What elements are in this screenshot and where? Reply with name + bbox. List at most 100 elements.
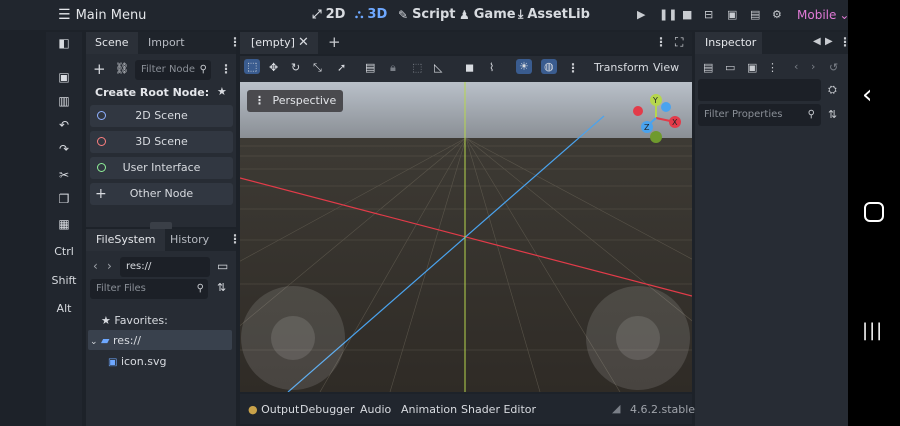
move-mode-icon[interactable]: ✥ [269,61,278,74]
paste-icon[interactable]: ▦ [46,217,82,231]
gizmo-neg-x-handle[interactable] [633,106,643,116]
tab-3d[interactable]: ⛬ 3D [355,7,387,22]
toggle-dock-icon[interactable]: ◧ [46,36,82,50]
tab-game[interactable]: ♟ Game [459,7,516,22]
new-resource-icon[interactable]: ▤ [703,61,713,74]
tab-inspector[interactable]: Inspector [695,32,762,54]
select-mode-icon[interactable]: ⬚ [244,59,261,74]
transform-menu[interactable]: Transform [594,61,649,74]
tab-shader-editor[interactable]: Shader Editor [461,403,536,416]
3d-viewport[interactable]: Y X Z ⋮ Perspective [240,82,692,392]
close-icon[interactable]: ✕ [298,32,309,54]
next-dock-icon[interactable]: ▶ [825,36,833,47]
right-joystick-knob[interactable] [616,316,660,360]
play-icon[interactable]: ▶ [637,8,645,21]
tab-assetlib[interactable]: ⤓ AssetLib [518,7,590,22]
tab-filesystem[interactable]: FileSystem [86,229,166,251]
favorites-item[interactable]: ★ Favorites: [101,314,168,327]
redo-icon[interactable]: ↷ [46,142,82,156]
prev-dock-icon[interactable]: ◀ [813,36,821,47]
filter-node-input[interactable]: Filter Node ⚲ [135,60,211,80]
main-menu-button[interactable]: ☰ Main Menu [58,7,146,23]
kebab-menu-icon[interactable]: ⋮ [655,35,667,49]
play-scene-icon[interactable]: ▣ [727,8,737,21]
copy-icon[interactable]: ❐ [46,192,82,206]
res-folder-item[interactable]: ⌄ ▰ res:// [90,334,141,347]
undo-icon[interactable]: ↶ [46,118,82,132]
tab-animation[interactable]: Animation [401,403,457,416]
environment-preview-icon[interactable]: ◍ [541,59,557,74]
scale-mode-icon[interactable]: ⤡ [313,61,322,75]
tab-2d[interactable]: ⤢ 2D [312,7,345,22]
back-icon[interactable]: ‹ [93,259,98,273]
tab-script[interactable]: ✎ Script [398,7,456,22]
add-scene-icon[interactable]: + [328,33,341,51]
gizmo-neg-z-handle[interactable] [661,102,671,112]
scene-tabs-bar: [empty] ✕ + ⋮ ⛶ [240,32,692,54]
filter-files-input[interactable]: Filter Files ⚲ [90,279,208,299]
tab-import[interactable]: Import [139,32,194,54]
toggle-split-icon[interactable]: ▭ [217,259,228,273]
star-icon[interactable]: ★ [217,85,227,98]
tab-debugger[interactable]: Debugger [300,403,354,416]
save-icon[interactable]: ▣ [747,61,757,74]
group-icon[interactable]: ⬚ [412,61,422,74]
history-icon[interactable]: ↺ [829,61,838,74]
kebab-menu-icon[interactable]: ⋮ [839,35,848,49]
other-node-button[interactable]: + Other Node [90,183,233,205]
ruler-icon[interactable]: ▤ [365,61,375,74]
stop-icon[interactable]: ■ [682,8,692,21]
forward-icon[interactable]: › [811,60,815,73]
sun-preview-icon[interactable]: ☀ [516,59,532,74]
link-icon[interactable]: ⛓ [115,62,129,75]
file-item[interactable]: ▣ icon.svg [108,355,166,368]
scene-options-icon[interactable]: ⋮ [220,62,232,76]
shift-key-button[interactable]: Shift [46,274,82,287]
tab-output[interactable]: ● Output [248,403,299,416]
alt-key-button[interactable]: Alt [46,302,82,315]
extra-options-icon[interactable]: ⋮ [767,61,778,74]
update-spinner-icon[interactable]: ◢ [612,402,620,415]
object-menu-icon[interactable]: ⛭ [828,83,837,97]
ctrl-key-button[interactable]: Ctrl [46,245,82,258]
delete-icon[interactable]: ▥ [46,94,82,108]
left-joystick-knob[interactable] [271,316,315,360]
rotate-mode-icon[interactable]: ↻ [291,61,300,74]
object-path-field[interactable] [698,79,821,101]
perspective-menu[interactable]: ⋮ Perspective [247,90,344,112]
home-icon[interactable] [864,202,884,222]
save-icon[interactable]: ▣ [46,70,82,84]
lock-icon[interactable]: 🔒︎ [390,61,396,75]
forward-icon[interactable]: › [107,259,112,273]
view-menu[interactable]: View [653,61,679,74]
cut-icon[interactable]: ✂ [46,168,82,182]
renderer-selector[interactable]: Mobile ⌄ [797,8,848,22]
scene-tab-empty[interactable]: [empty] ✕ [240,32,318,54]
snap-icon[interactable]: ◺ [434,61,442,74]
filter-properties-input[interactable]: Filter Properties ⚲ [698,104,821,126]
path-field[interactable]: res:// [120,257,210,277]
recents-icon[interactable]: ||| [862,320,883,341]
user-interface-button[interactable]: User Interface [90,157,233,179]
back-icon[interactable]: ‹ [862,80,872,110]
tab-scene[interactable]: Scene [86,32,138,54]
tab-history[interactable]: History [161,229,218,251]
snap-toggle-icon[interactable]: ⌇ [489,61,494,74]
kebab-menu-icon[interactable]: ⋮ [567,61,579,75]
add-node-icon[interactable]: + [93,60,106,78]
3d-scene-button[interactable]: 3D Scene [90,131,233,153]
remote-debug-icon[interactable]: ⊟ [704,8,713,21]
open-folder-icon[interactable]: ▭ [725,61,735,74]
play-custom-scene-icon[interactable]: ▤ [750,8,760,21]
property-options-icon[interactable]: ⇅ [828,108,837,121]
gizmo-neg-y-handle[interactable] [650,131,662,143]
pause-icon[interactable]: ❚❚ [659,8,677,21]
distraction-free-icon[interactable]: ⛶ [675,35,683,50]
local-space-icon[interactable]: ◼ [465,61,474,74]
tab-audio[interactable]: Audio [360,403,391,416]
list-select-icon[interactable]: ➚ [337,61,346,74]
sort-icon[interactable]: ⇅ [217,281,226,294]
2d-scene-button[interactable]: 2D Scene [90,105,233,127]
movie-maker-icon[interactable]: ⚙ [772,8,782,21]
back-icon[interactable]: ‹ [794,60,798,73]
